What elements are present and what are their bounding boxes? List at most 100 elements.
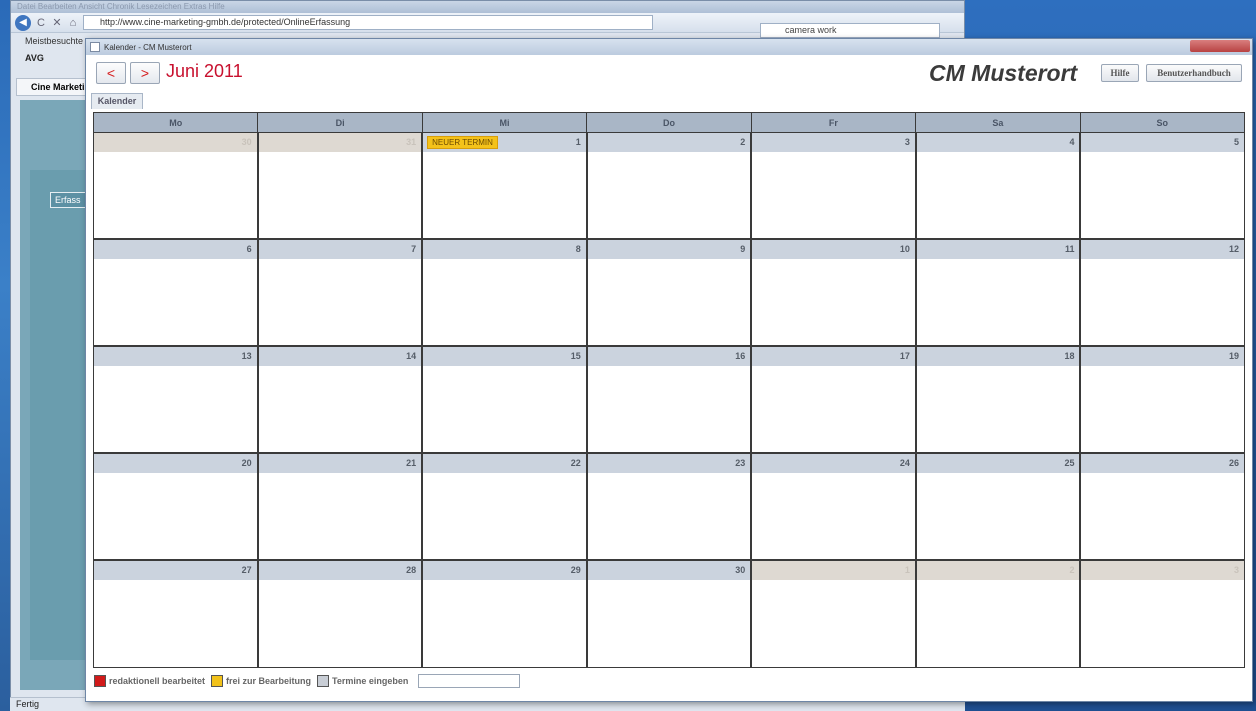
day-cell[interactable]: 15	[423, 347, 588, 452]
day-cell[interactable]: 5	[1081, 133, 1245, 238]
day-cell[interactable]: 8	[423, 240, 588, 345]
day-cell[interactable]: 27	[94, 561, 259, 667]
stop-icon[interactable]: ✕	[51, 16, 63, 29]
day-header[interactable]: 30	[587, 561, 751, 580]
day-header[interactable]: 29	[423, 561, 586, 580]
day-header[interactable]: 13	[94, 347, 257, 366]
day-header[interactable]: 5	[1081, 133, 1245, 152]
day-cell[interactable]: 18	[916, 347, 1082, 452]
browser-search-input[interactable]: camera work	[760, 23, 940, 38]
day-cell[interactable]: 28	[258, 561, 424, 667]
day-header[interactable]: 1 NEUER TERMIN	[423, 133, 586, 152]
weekday-header: Sa	[916, 113, 1081, 132]
day-cell[interactable]: 25	[916, 454, 1082, 559]
day-number: 3	[904, 137, 910, 147]
day-header[interactable]: 9	[587, 240, 751, 259]
calendar-header: < > Juni 2011 CM Musterort Hilfe Benutze…	[86, 55, 1252, 91]
day-header[interactable]: 20	[94, 454, 257, 473]
window-controls[interactable]	[1190, 40, 1250, 52]
browser-tab[interactable]: Cine Marketi	[16, 78, 86, 96]
day-number: 14	[406, 351, 417, 361]
day-header[interactable]: 3	[752, 133, 915, 152]
back-icon[interactable]: ◀	[15, 14, 31, 31]
day-header[interactable]: 26	[1081, 454, 1245, 473]
day-number: 1	[575, 137, 581, 147]
day-number: 3	[1234, 565, 1240, 575]
day-header[interactable]: 2	[587, 133, 751, 152]
day-header[interactable]: 8	[423, 240, 586, 259]
day-header[interactable]: 15	[423, 347, 586, 366]
day-header[interactable]: 22	[423, 454, 586, 473]
day-cell[interactable]: 17	[752, 347, 917, 452]
day-header[interactable]: 24	[752, 454, 915, 473]
day-cell[interactable]: 7	[258, 240, 424, 345]
day-header[interactable]: 28	[258, 561, 422, 580]
day-header[interactable]: 3	[1081, 561, 1245, 580]
day-cell[interactable]: 1	[752, 561, 917, 667]
day-header[interactable]: 12	[1081, 240, 1245, 259]
erfassung-button[interactable]: Erfass	[50, 192, 90, 208]
day-number: 13	[241, 351, 252, 361]
day-header[interactable]: 31	[258, 133, 422, 152]
day-cell[interactable]: 19	[1081, 347, 1245, 452]
day-header[interactable]: 2	[916, 561, 1080, 580]
day-header[interactable]: 6	[94, 240, 257, 259]
day-cell[interactable]: 13	[94, 347, 259, 452]
day-header[interactable]: 25	[916, 454, 1080, 473]
day-cell[interactable]: 23	[587, 454, 753, 559]
event-tag[interactable]: NEUER TERMIN	[427, 136, 498, 149]
day-cell[interactable]: 16	[587, 347, 753, 452]
day-header[interactable]: 10	[752, 240, 915, 259]
day-cell[interactable]: 30	[587, 561, 753, 667]
browser-menubar[interactable]: Datei Bearbeiten Ansicht Chronik Lesezei…	[11, 1, 964, 13]
weekday-header: Fr	[752, 113, 917, 132]
manual-button[interactable]: Benutzerhandbuch	[1146, 64, 1242, 82]
day-header[interactable]: 4	[916, 133, 1080, 152]
day-cell[interactable]: 6	[94, 240, 259, 345]
day-number: 25	[1064, 458, 1075, 468]
day-cell[interactable]: 3	[752, 133, 917, 238]
day-cell[interactable]: 11	[916, 240, 1082, 345]
day-cell[interactable]: 2	[587, 133, 753, 238]
day-header[interactable]: 30	[94, 133, 257, 152]
day-cell[interactable]: 12	[1081, 240, 1245, 345]
day-cell[interactable]: 14	[258, 347, 424, 452]
reload-icon[interactable]: C	[35, 17, 47, 29]
day-cell[interactable]: 4	[916, 133, 1082, 238]
day-header[interactable]: 14	[258, 347, 422, 366]
day-cell[interactable]: 9	[587, 240, 753, 345]
day-number: 2	[1069, 565, 1075, 575]
month-calendar-grid: Mo Di Mi Do Fr Sa So 30 31 1 NEUER TERMIN 2 3 4 5 6 7 8 9…	[93, 112, 1245, 668]
home-icon[interactable]: ⌂	[67, 17, 79, 29]
day-header[interactable]: 18	[916, 347, 1080, 366]
day-header[interactable]: 17	[752, 347, 915, 366]
day-header[interactable]: 7	[258, 240, 422, 259]
day-cell[interactable]: 29	[423, 561, 588, 667]
day-header[interactable]: 1	[752, 561, 915, 580]
day-cell[interactable]: 24	[752, 454, 917, 559]
day-cell[interactable]: 10	[752, 240, 917, 345]
next-month-button[interactable]: >	[130, 62, 160, 84]
day-header[interactable]: 27	[94, 561, 257, 580]
day-cell[interactable]: 3	[1081, 561, 1245, 667]
day-cell[interactable]: 2	[916, 561, 1082, 667]
day-header[interactable]: 11	[916, 240, 1080, 259]
tab-kalender[interactable]: Kalender	[91, 93, 143, 109]
day-cell[interactable]: 31	[258, 133, 424, 238]
day-header[interactable]: 23	[587, 454, 751, 473]
day-cell[interactable]: 22	[423, 454, 588, 559]
day-header[interactable]: 19	[1081, 347, 1245, 366]
day-cell[interactable]: 30	[94, 133, 259, 238]
url-input[interactable]: http://www.cine-marketing-gmbh.de/protec…	[83, 15, 653, 30]
popup-title: Kalender - CM Musterort	[104, 42, 192, 52]
popup-titlebar[interactable]: Kalender - CM Musterort	[86, 39, 1252, 55]
day-cell[interactable]: 20	[94, 454, 259, 559]
day-header[interactable]: 16	[587, 347, 751, 366]
prev-month-button[interactable]: <	[96, 62, 126, 84]
day-cell[interactable]: 21	[258, 454, 424, 559]
day-cell[interactable]: 1 NEUER TERMIN	[423, 133, 588, 238]
day-header[interactable]: 21	[258, 454, 422, 473]
help-button[interactable]: Hilfe	[1101, 64, 1139, 82]
appointment-input[interactable]	[418, 674, 521, 688]
day-cell[interactable]: 26	[1081, 454, 1245, 559]
